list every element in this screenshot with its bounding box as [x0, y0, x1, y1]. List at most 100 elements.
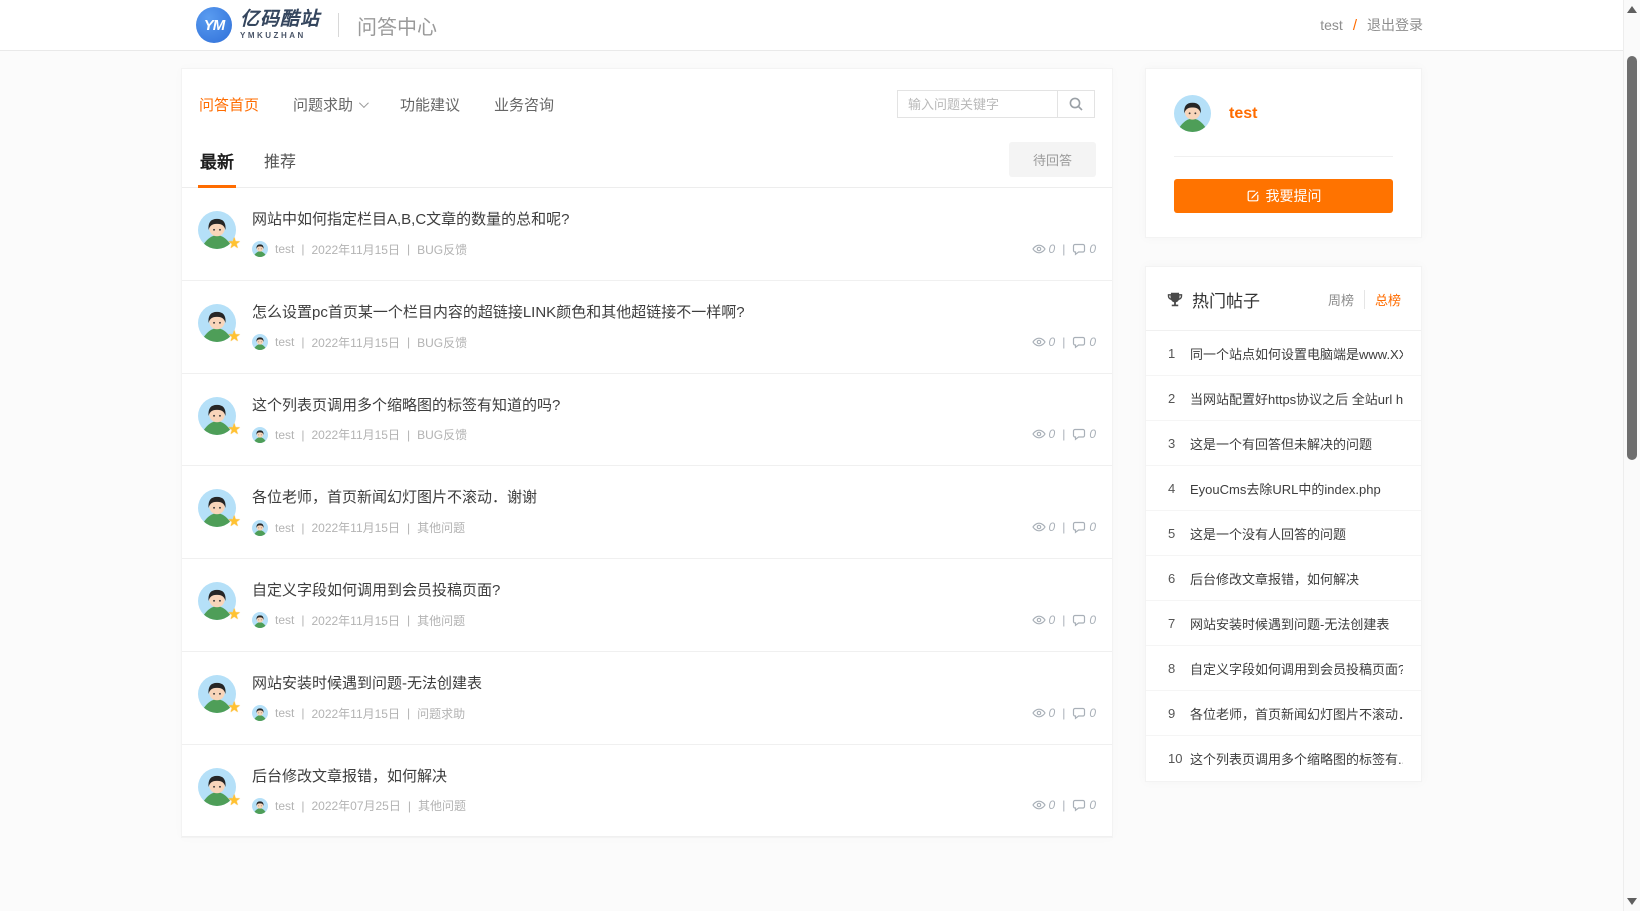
- hot-post-title: 这是一个有回答但未解决的问题: [1190, 434, 1372, 453]
- nav-item-qa-home[interactable]: 问答首页: [199, 94, 259, 115]
- comments-icon: [1072, 335, 1086, 349]
- author-avatar: [252, 334, 268, 350]
- hot-post-item[interactable]: 2当网站配置好https协议之后 全站url h...: [1146, 376, 1421, 421]
- question-item[interactable]: ★ 网站中如何指定栏目A,B,C文章的数量的总和呢? test | 2022年1…: [182, 188, 1112, 281]
- medal-badge-icon: ★: [228, 327, 241, 345]
- views-icon: [1032, 706, 1046, 720]
- ask-question-button[interactable]: 我要提问: [1174, 179, 1393, 213]
- page-title: 问答中心: [357, 11, 437, 40]
- views-icon: [1032, 798, 1046, 812]
- search-button[interactable]: [1057, 90, 1095, 118]
- question-item[interactable]: ★ 怎么设置pc首页某一个栏目内容的超链接LINK颜色和其他超链接不一样啊? t…: [182, 281, 1112, 374]
- search-input[interactable]: [897, 90, 1057, 118]
- question-title[interactable]: 这个列表页调用多个缩略图的标签有知道的吗?: [252, 397, 1032, 416]
- question-title[interactable]: 网站安装时候遇到问题-无法创建表: [252, 675, 1032, 694]
- hot-post-item[interactable]: 4EyouCms去除URL中的index.php: [1146, 466, 1421, 511]
- question-title[interactable]: 自定义字段如何调用到会员投稿页面?: [252, 582, 1032, 601]
- question-item[interactable]: ★ 后台修改文章报错，如何解决 test | 2022年07月25日 | 其他问…: [182, 745, 1112, 838]
- comments-count: 0: [1089, 520, 1096, 534]
- hot-tab-total[interactable]: 总榜: [1364, 290, 1401, 309]
- author-avatar: [252, 427, 268, 443]
- meta-separator: |: [301, 521, 304, 535]
- hot-post-item[interactable]: 5这是一个没有人回答的问题: [1146, 511, 1421, 556]
- pending-answer-button[interactable]: 待回答: [1009, 142, 1096, 177]
- search-bar: [897, 90, 1095, 118]
- meta-separator: |: [301, 706, 304, 720]
- question-item[interactable]: ★ 各位老师，首页新闻幻灯图片不滚动．谢谢 test | 2022年11月15日…: [182, 466, 1112, 559]
- author-avatar: [252, 705, 268, 721]
- views-icon: [1032, 520, 1046, 534]
- trophy-icon: [1166, 291, 1184, 309]
- hot-post-item[interactable]: 3这是一个有回答但未解决的问题: [1146, 421, 1421, 466]
- chevron-down-icon: [359, 98, 369, 108]
- medal-badge-icon: ★: [228, 512, 241, 530]
- nav-item-business[interactable]: 业务咨询: [494, 94, 554, 115]
- post-date: 2022年11月15日: [311, 612, 400, 629]
- author-avatar: [252, 798, 268, 814]
- tab-latest[interactable]: 最新: [198, 142, 236, 187]
- hot-post-item[interactable]: 1同一个站点如何设置电脑端是www.XX...: [1146, 331, 1421, 376]
- stat-separator: |: [1062, 613, 1065, 627]
- hot-post-title: 网站安装时候遇到问题-无法创建表: [1190, 614, 1389, 633]
- post-date: 2022年11月15日: [311, 519, 400, 536]
- sidebar-user-avatar: [1174, 95, 1211, 132]
- hot-rank: 3: [1168, 436, 1190, 451]
- hot-post-item[interactable]: 7网站安装时候遇到问题-无法创建表: [1146, 601, 1421, 646]
- user-avatar: ★: [198, 304, 236, 342]
- nav-item-feature[interactable]: 功能建议: [400, 94, 460, 115]
- tab-recommended[interactable]: 推荐: [262, 142, 298, 187]
- logout-link[interactable]: 退出登录: [1367, 15, 1423, 35]
- views-count: 0: [1049, 242, 1056, 256]
- scrollbar[interactable]: [1623, 0, 1640, 911]
- question-item[interactable]: ★ 网站安装时候遇到问题-无法创建表 test | 2022年11月15日 | …: [182, 652, 1112, 745]
- user-avatar: ★: [198, 768, 236, 806]
- meta-separator: |: [301, 799, 304, 813]
- hot-rank: 9: [1168, 706, 1190, 721]
- brand-logo-icon: YM: [196, 7, 232, 43]
- hot-tab-week[interactable]: 周榜: [1318, 290, 1364, 309]
- question-item[interactable]: ★ 这个列表页调用多个缩略图的标签有知道的吗? test | 2022年11月1…: [182, 374, 1112, 467]
- scroll-down-arrow-icon[interactable]: [1627, 898, 1637, 905]
- views-count: 0: [1049, 427, 1056, 441]
- comments-count: 0: [1089, 335, 1096, 349]
- hot-post-item[interactable]: 8自定义字段如何调用到会员投稿页面?: [1146, 646, 1421, 691]
- user-avatar: ★: [198, 211, 236, 249]
- question-title[interactable]: 怎么设置pc首页某一个栏目内容的超链接LINK颜色和其他超链接不一样啊?: [252, 304, 1032, 323]
- views-count: 0: [1049, 520, 1056, 534]
- stat-separator: |: [1062, 242, 1065, 256]
- meta-separator: |: [301, 428, 304, 442]
- views-count: 0: [1049, 335, 1056, 349]
- hot-post-item[interactable]: 6后台修改文章报错，如何解决: [1146, 556, 1421, 601]
- author-avatar: [252, 241, 268, 257]
- scrollbar-thumb[interactable]: [1627, 56, 1637, 460]
- comments-count: 0: [1089, 242, 1096, 256]
- post-date: 2022年11月15日: [311, 241, 400, 258]
- author-name: test: [275, 613, 294, 627]
- question-title[interactable]: 各位老师，首页新闻幻灯图片不滚动．谢谢: [252, 489, 1032, 508]
- hot-post-title: 这个列表页调用多个缩略图的标签有...: [1190, 749, 1403, 768]
- hot-post-item[interactable]: 9各位老师，首页新闻幻灯图片不滚动．...: [1146, 691, 1421, 736]
- views-icon: [1032, 427, 1046, 441]
- question-item[interactable]: ★ 自定义字段如何调用到会员投稿页面? test | 2022年11月15日 |…: [182, 559, 1112, 652]
- post-category: 其他问题: [417, 519, 465, 536]
- hot-rank: 5: [1168, 526, 1190, 541]
- comments-count: 0: [1089, 427, 1096, 441]
- meta-separator: |: [301, 242, 304, 256]
- hot-rank: 10: [1168, 751, 1190, 766]
- username-link[interactable]: test: [1320, 17, 1343, 33]
- brand[interactable]: YM 亿码酷站 YMKUZHAN 问答中心: [196, 7, 437, 43]
- question-title[interactable]: 后台修改文章报错，如何解决: [252, 768, 1032, 787]
- hot-post-item[interactable]: 10这个列表页调用多个缩略图的标签有...: [1146, 736, 1421, 781]
- comments-count: 0: [1089, 798, 1096, 812]
- hot-post-title: 各位老师，首页新闻幻灯图片不滚动．...: [1190, 704, 1403, 723]
- hot-rank: 7: [1168, 616, 1190, 631]
- hot-post-title: 后台修改文章报错，如何解决: [1190, 569, 1359, 588]
- nav-item-help[interactable]: 问题求助: [293, 94, 366, 115]
- scroll-up-arrow-icon[interactable]: [1627, 6, 1637, 13]
- post-category: BUG反馈: [417, 241, 467, 258]
- views-count: 0: [1049, 613, 1056, 627]
- user-avatar: ★: [198, 397, 236, 435]
- question-panel: 问答首页 问题求助 功能建议 业务咨询 最新 推荐 待回答 ★: [181, 68, 1113, 838]
- stat-separator: |: [1062, 335, 1065, 349]
- question-title[interactable]: 网站中如何指定栏目A,B,C文章的数量的总和呢?: [252, 211, 1032, 230]
